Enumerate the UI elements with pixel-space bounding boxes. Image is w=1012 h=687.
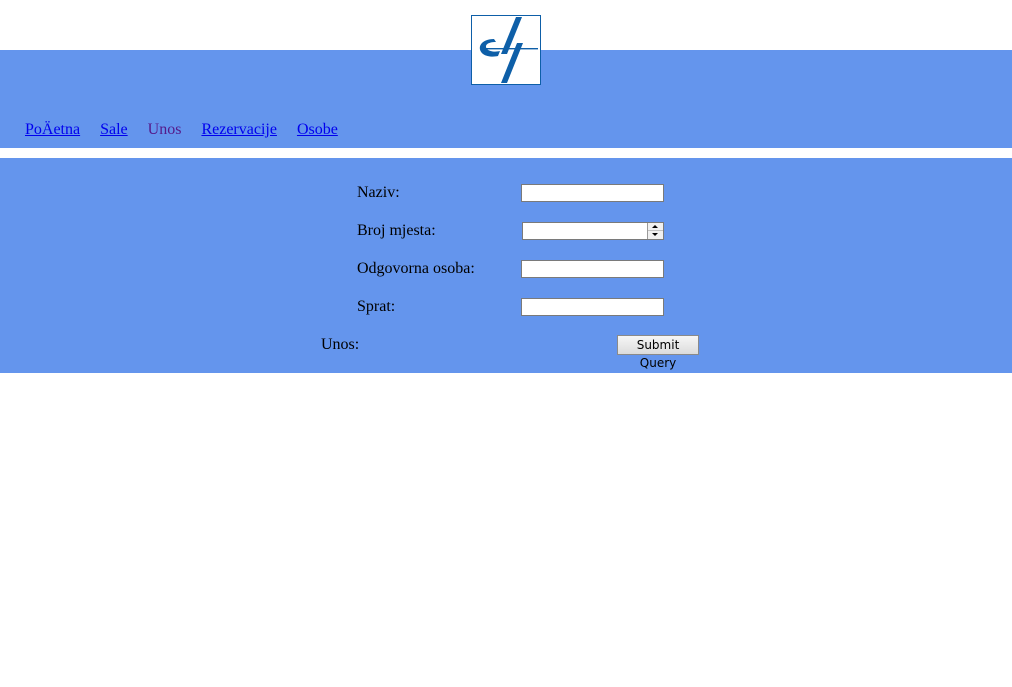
- spinner: [647, 223, 663, 239]
- institution-logo-icon: [479, 17, 538, 83]
- naziv-input[interactable]: [521, 184, 664, 202]
- submit-button[interactable]: Submit Query: [617, 335, 699, 370]
- nav-item-rezervacije[interactable]: Rezervacije: [201, 120, 277, 140]
- nav-item-sale[interactable]: Sale: [100, 120, 128, 140]
- nav-item-osobe[interactable]: Osobe: [297, 120, 338, 140]
- nav-item-unos: Unos: [147, 121, 182, 138]
- odgovorna-osoba-input[interactable]: [521, 260, 664, 278]
- form-band: [0, 158, 1012, 373]
- logo: [471, 15, 541, 85]
- spin-up-icon[interactable]: [648, 223, 663, 231]
- nav-item-pocetna[interactable]: PoÄetna: [25, 120, 80, 140]
- spin-down-icon[interactable]: [648, 231, 663, 239]
- naziv-label: Naziv:: [357, 184, 400, 201]
- odgovorna-osoba-label: Odgovorna osoba:: [357, 260, 475, 277]
- page: PoÄetna Sale Unos Rezervacije Osobe Naziv: B…: [0, 0, 1012, 687]
- broj-mjesta-stepper: [522, 222, 664, 240]
- main-nav: PoÄetna Sale Unos Rezervacije Osobe: [25, 120, 358, 140]
- sprat-input[interactable]: [521, 298, 664, 316]
- broj-mjesta-label: Broj mjesta:: [357, 222, 436, 239]
- unos-label: Unos:: [321, 336, 360, 353]
- broj-mjesta-input[interactable]: [523, 223, 647, 239]
- sprat-label: Sprat:: [357, 298, 396, 315]
